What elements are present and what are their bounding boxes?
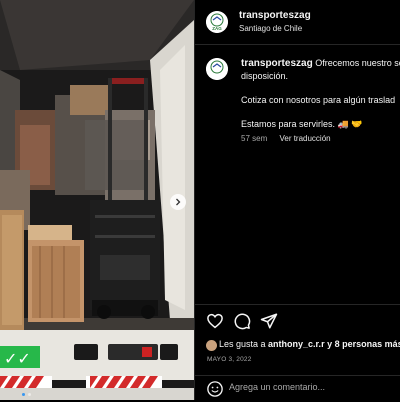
share-icon[interactable] [260,312,278,330]
svg-text:✓✓: ✓✓ [4,349,31,368]
post-date: MAYO 3, 2022 [207,356,252,363]
avatar[interactable]: ZAG [206,11,228,33]
caption-line-4: Estamos para servirles. 🚚 🤝 [241,119,363,129]
zag-logo: ZAG [206,11,228,33]
carousel-dot [28,393,31,396]
likes-prefix: Les gusta a [219,339,269,349]
post-header: ZAG transporteszag Santiago de Chile [195,0,400,45]
liker-avatar[interactable] [206,340,217,351]
logo-text: ZAG [212,26,222,31]
comment-icon[interactable] [233,312,251,330]
post-image[interactable]: ✓✓ [0,0,194,400]
comment-bar [195,375,400,402]
caption-avatar[interactable] [206,58,228,80]
zag-logo-small [206,58,228,80]
header-username[interactable]: transporteszag [239,10,311,21]
caption-line-1: Ofrecemos nuestro ser [315,58,400,68]
post-caption: transporteszag Ofrecemos nuestro ser dis… [241,57,400,130]
likes-others[interactable]: y 8 personas más [325,339,400,349]
emoji-icon[interactable] [206,380,224,398]
truck-photo: ✓✓ [0,0,194,400]
liker-username[interactable]: anthony_c.r.r [268,339,325,349]
post-detail-panel: ZAG transporteszag Santiago de Chile tra… [194,0,400,400]
time-ago: 57 sem [241,134,268,143]
chevron-right-icon [176,198,181,206]
carousel-indicator [22,393,31,396]
caption-line-3: Cotiza con nosotros para algún traslad [241,95,396,105]
carousel-dot-active [22,393,25,396]
comment-input[interactable] [229,382,397,392]
carousel-next-button[interactable] [170,194,186,210]
caption-line-2: disposición. [241,71,289,81]
heart-icon[interactable] [206,312,224,330]
actions-section: Les gusta a anthony_c.r.r y 8 personas m… [195,304,400,401]
header-location[interactable]: Santiago de Chile [239,24,302,33]
likes-summary: Les gusta a anthony_c.r.r y 8 personas m… [219,339,400,349]
caption-meta: 57 sem Ver traducción [241,134,341,143]
see-translation-link[interactable]: Ver traducción [279,134,330,143]
caption-username[interactable]: transporteszag [241,58,313,69]
